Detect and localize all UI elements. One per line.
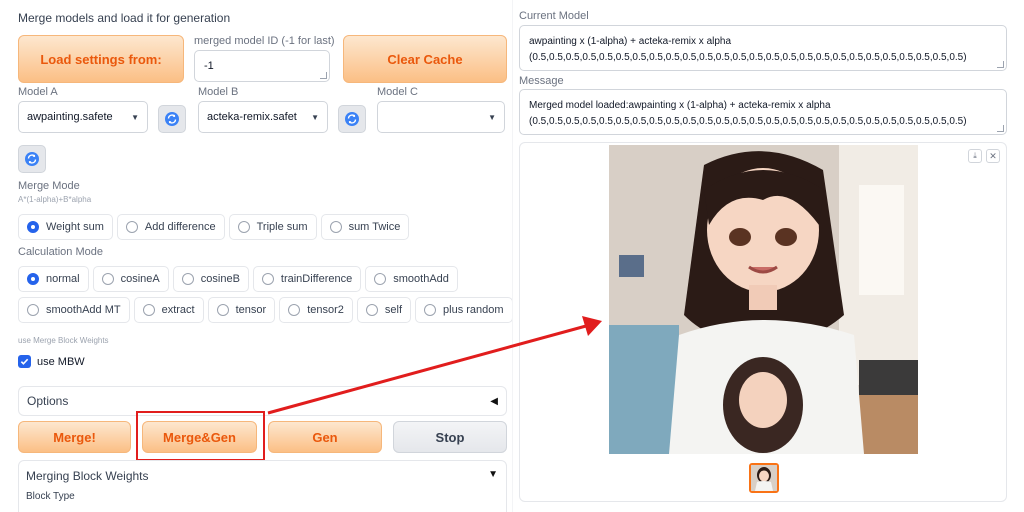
annotation-arrow [267,316,602,415]
